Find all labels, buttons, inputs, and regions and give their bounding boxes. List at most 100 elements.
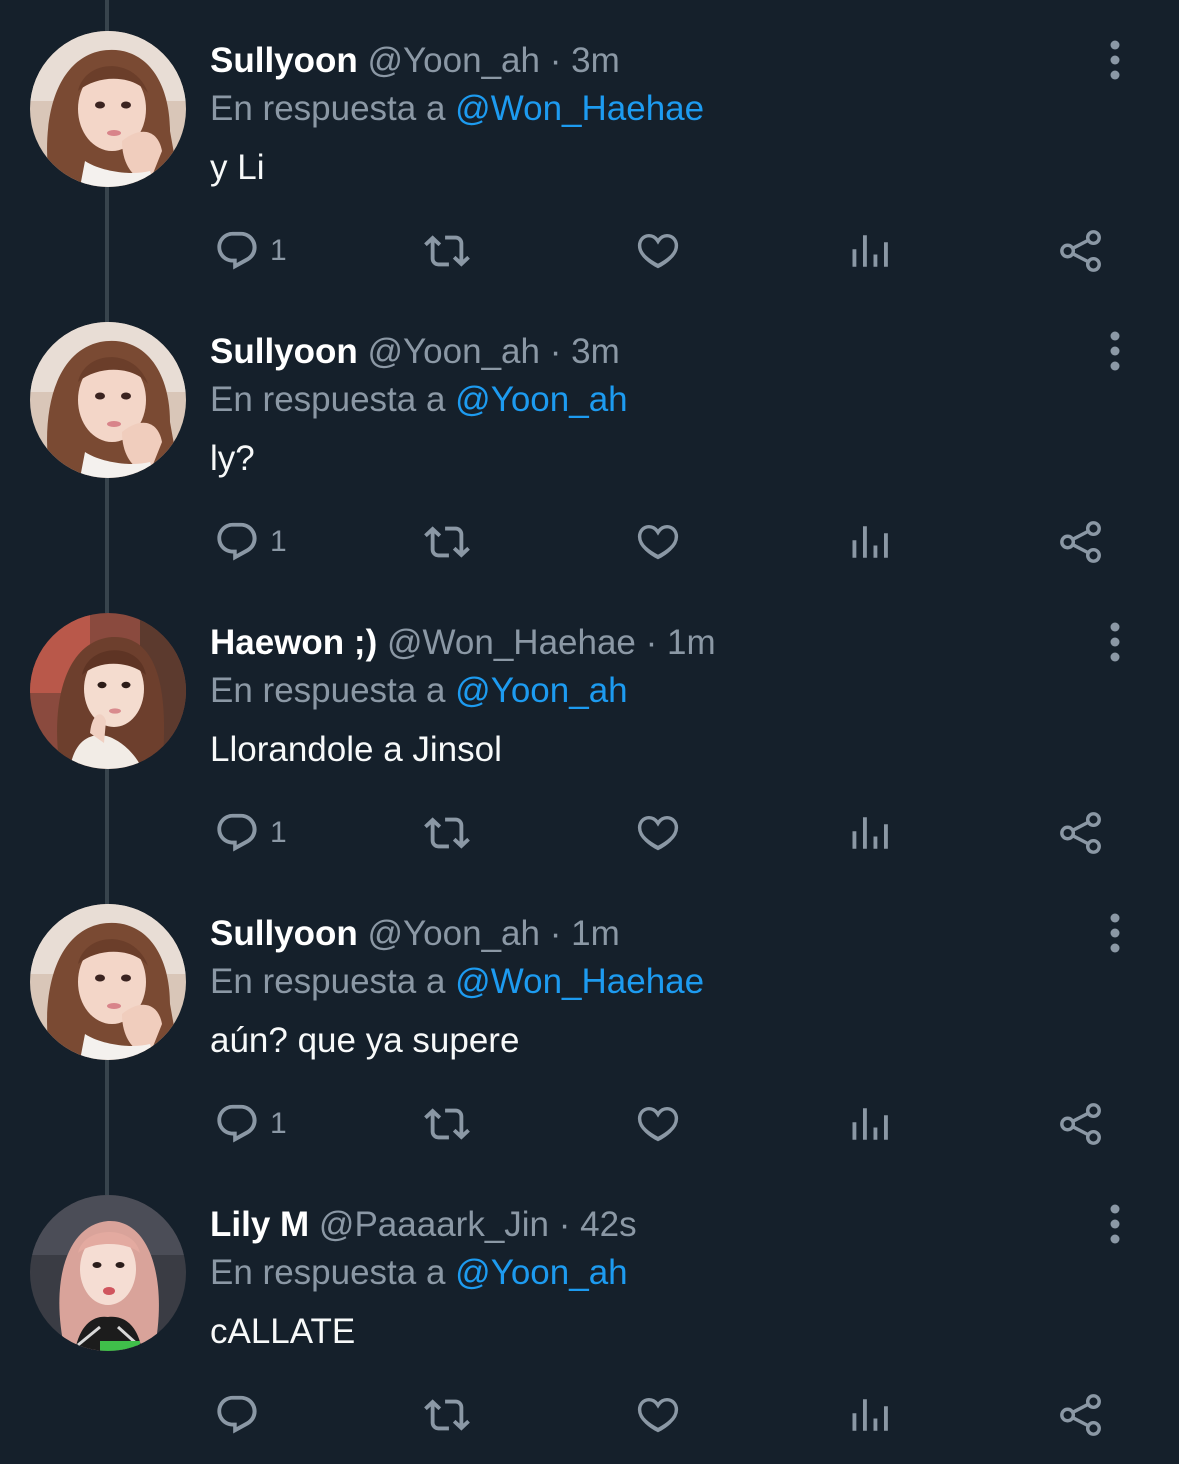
tweet[interactable]: Haewon ;) @Won_Haehae · 1m En respuesta … (0, 582, 1179, 873)
reply-mention-link[interactable]: @Yoon_ah (455, 1253, 627, 1292)
tweet-text: y Li (210, 148, 265, 187)
tweet[interactable]: Sullyoon @Yoon_ah · 3m En respuesta a @Y… (0, 291, 1179, 582)
reply-icon (217, 231, 257, 270)
reply-mention-link[interactable]: @Yoon_ah (455, 380, 627, 419)
timestamp[interactable]: 1m (571, 914, 620, 953)
tweet[interactable]: Lily M @Paaaark_Jin · 42s En respuesta a… (0, 1164, 1179, 1455)
reply-button[interactable]: 1 (214, 517, 287, 567)
retweet-button[interactable] (421, 1390, 473, 1440)
share-icon (1060, 812, 1101, 854)
reply-button[interactable]: 1 (214, 226, 287, 276)
reply-context: En respuesta a @Yoon_ah (210, 379, 628, 421)
sullyoon-avatar-image (30, 322, 186, 478)
like-button[interactable] (635, 226, 681, 276)
share-icon (1060, 230, 1101, 272)
lily-avatar-image (30, 1195, 186, 1351)
share-icon (1060, 1394, 1101, 1436)
avatar[interactable] (30, 613, 186, 769)
more-options-button[interactable] (1098, 911, 1132, 955)
retweet-button[interactable] (421, 517, 473, 567)
retweet-button[interactable] (421, 1099, 473, 1149)
like-button[interactable] (635, 808, 681, 858)
retweet-button[interactable] (421, 226, 473, 276)
user-handle[interactable]: @Paaaark_Jin (319, 1205, 549, 1244)
sullyoon-avatar-image (30, 904, 186, 1060)
user-handle[interactable]: @Yoon_ah (368, 41, 540, 80)
like-button[interactable] (635, 1099, 681, 1149)
avatar[interactable] (30, 322, 186, 478)
separator-dot: · (549, 41, 562, 80)
reply-count: 1 (270, 816, 287, 849)
sullyoon-avatar-image (30, 31, 186, 187)
user-handle[interactable]: @Won_Haehae (387, 623, 636, 662)
views-button[interactable] (849, 226, 891, 276)
reply-button[interactable]: 1 (214, 1099, 287, 1149)
share-button[interactable] (1058, 1390, 1104, 1440)
reply-mention-link[interactable]: @Won_Haehae (455, 962, 704, 1001)
views-icon (852, 235, 888, 267)
more-options-icon (1110, 913, 1120, 953)
tweet-text: aún? que ya supere (210, 1021, 520, 1060)
display-name[interactable]: Haewon ;) (210, 623, 377, 662)
timestamp[interactable]: 42s (580, 1205, 636, 1244)
avatar[interactable] (30, 31, 186, 187)
reply-mention-link[interactable]: @Yoon_ah (455, 671, 627, 710)
separator-dot: · (558, 1205, 571, 1244)
views-icon (852, 1108, 888, 1140)
more-options-button[interactable] (1098, 1202, 1132, 1246)
share-button[interactable] (1058, 226, 1104, 276)
like-icon (637, 233, 679, 269)
user-handle[interactable]: @Yoon_ah (368, 332, 540, 371)
retweet-icon (424, 1399, 470, 1431)
separator-dot: · (549, 914, 562, 953)
display-name[interactable]: Sullyoon (210, 914, 358, 953)
share-icon (1060, 521, 1101, 563)
reply-prefix: En respuesta a (210, 1253, 446, 1292)
display-name[interactable]: Sullyoon (210, 41, 358, 80)
reply-count: 1 (270, 525, 287, 558)
haewon-avatar-image (30, 613, 186, 769)
views-button[interactable] (849, 1390, 891, 1440)
reply-button[interactable] (214, 1390, 270, 1440)
reply-context: En respuesta a @Won_Haehae (210, 961, 704, 1003)
action-bar: 1 (0, 517, 1179, 567)
share-button[interactable] (1058, 517, 1104, 567)
like-button[interactable] (635, 517, 681, 567)
views-button[interactable] (849, 1099, 891, 1149)
share-button[interactable] (1058, 1099, 1104, 1149)
avatar[interactable] (30, 904, 186, 1060)
reply-mention-link[interactable]: @Won_Haehae (455, 89, 704, 128)
user-handle[interactable]: @Yoon_ah (368, 914, 540, 953)
action-bar: 1 (0, 1099, 1179, 1149)
share-icon (1060, 1103, 1101, 1145)
avatar[interactable] (30, 1195, 186, 1351)
reply-context: En respuesta a @Yoon_ah (210, 670, 628, 712)
like-icon (637, 1106, 679, 1142)
timestamp[interactable]: 3m (571, 41, 620, 80)
reply-context: En respuesta a @Yoon_ah (210, 1252, 628, 1294)
views-button[interactable] (849, 808, 891, 858)
tweet[interactable]: Sullyoon @Yoon_ah · 1m En respuesta a @W… (0, 873, 1179, 1164)
reply-button[interactable]: 1 (214, 808, 287, 858)
retweet-icon (424, 526, 470, 558)
tweet[interactable]: Sullyoon @Yoon_ah · 3m En respuesta a @W… (0, 0, 1179, 291)
share-button[interactable] (1058, 808, 1104, 858)
more-options-icon (1110, 331, 1120, 371)
timestamp[interactable]: 3m (571, 332, 620, 371)
action-bar (0, 1390, 1179, 1440)
tweet-text: cALLATE (210, 1312, 356, 1351)
reply-prefix: En respuesta a (210, 380, 446, 419)
retweet-icon (424, 235, 470, 267)
views-icon (852, 526, 888, 558)
display-name[interactable]: Lily M (210, 1205, 309, 1244)
retweet-icon (424, 817, 470, 849)
reply-icon (217, 1395, 257, 1434)
more-options-button[interactable] (1098, 329, 1132, 373)
like-button[interactable] (635, 1390, 681, 1440)
views-button[interactable] (849, 517, 891, 567)
display-name[interactable]: Sullyoon (210, 332, 358, 371)
more-options-button[interactable] (1098, 620, 1132, 664)
timestamp[interactable]: 1m (667, 623, 716, 662)
retweet-button[interactable] (421, 808, 473, 858)
more-options-button[interactable] (1098, 38, 1132, 82)
